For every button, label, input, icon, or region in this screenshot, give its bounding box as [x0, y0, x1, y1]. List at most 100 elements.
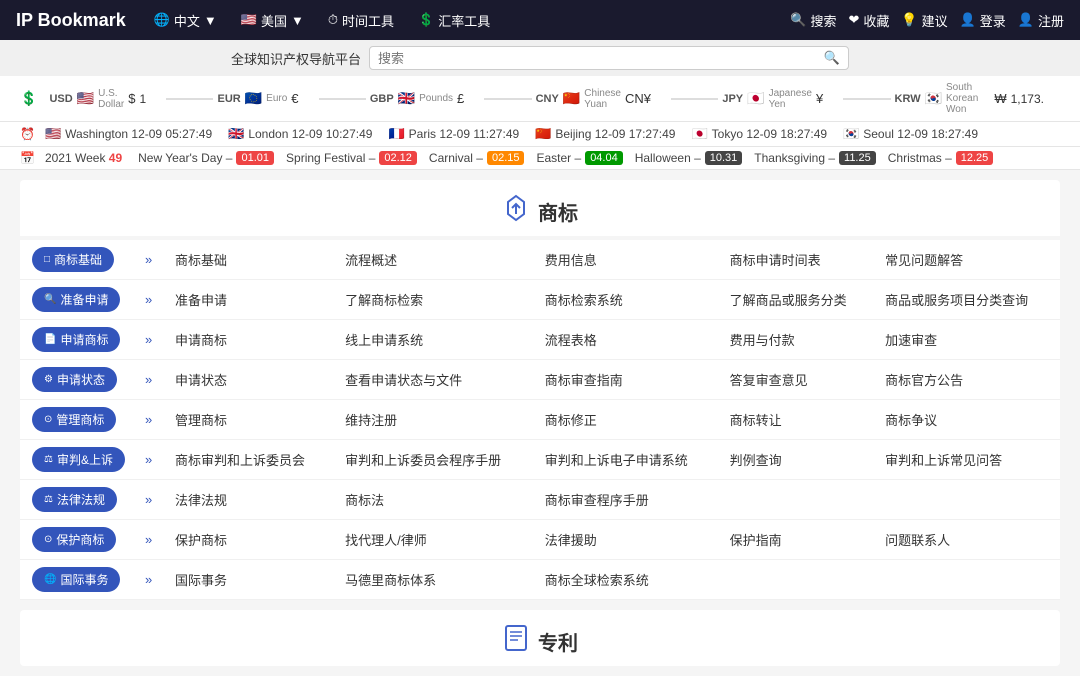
link-cell-0-3[interactable]: 商标申请时间表	[720, 240, 875, 280]
nav-exchange-tool[interactable]: 💲 汇率工具	[410, 11, 498, 30]
link-cell-6-1[interactable]: 商标法	[335, 480, 535, 520]
heart-icon: ❤	[848, 12, 859, 28]
category-label-0: 商标基础	[54, 251, 102, 268]
arrow-0: »	[135, 240, 165, 280]
link-cell-5-4[interactable]: 审判和上诉常见问答	[875, 440, 1060, 480]
table-row: ⊙保护商标»保护商标找代理人/律师法律援助保护指南问题联系人	[20, 520, 1060, 560]
calendar-row: 📅 2021 Week 49 New Year's Day – 01.01 Sp…	[0, 147, 1080, 170]
link-cell-4-4[interactable]: 商标争议	[875, 400, 1060, 440]
link-cell-0-4[interactable]: 常见问题解答	[875, 240, 1060, 280]
table-row: ⚖审判&上诉»商标审判和上诉委员会审判和上诉委员会程序手册审判和上诉电子申请系统…	[20, 440, 1060, 480]
nav-suggest[interactable]: 💡 建议	[901, 11, 947, 30]
link-cell-4-3[interactable]: 商标转让	[720, 400, 875, 440]
table-row: ⊙管理商标»管理商标维持注册商标修正商标转让商标争议	[20, 400, 1060, 440]
search-input[interactable]	[378, 51, 820, 66]
link-cell-4-2[interactable]: 商标修正	[535, 400, 720, 440]
link-cell-7-4[interactable]: 问题联系人	[875, 520, 1060, 560]
link-cell-6-3	[720, 480, 875, 520]
search-submit-icon[interactable]: 🔍	[824, 50, 840, 66]
link-cell-2-0[interactable]: 申请商标	[165, 320, 335, 360]
link-cell-1-3[interactable]: 了解商品或服务分类	[720, 280, 875, 320]
nav-language-cn[interactable]: 🌐 中文 ▼	[146, 11, 225, 30]
link-cell-0-2[interactable]: 费用信息	[535, 240, 720, 280]
category-btn-4[interactable]: ⊙ 管理商标	[32, 407, 116, 432]
table-row: ⚙申请状态»申请状态查看申请状态与文件商标审查指南答复审查意见商标官方公告	[20, 360, 1060, 400]
link-cell-3-3[interactable]: 答复审查意见	[720, 360, 875, 400]
link-cell-1-2[interactable]: 商标检索系统	[535, 280, 720, 320]
link-cell-6-2[interactable]: 商标审查程序手册	[535, 480, 720, 520]
category-btn-7[interactable]: ⊙保护商标	[32, 527, 116, 552]
category-btn-2[interactable]: 📄申请商标	[32, 327, 120, 352]
patent-icon	[502, 624, 530, 658]
category-btn-8[interactable]: 🌐国际事务	[32, 567, 120, 592]
link-cell-7-0[interactable]: 保护商标	[165, 520, 335, 560]
category-btn-5[interactable]: ⚖审判&上诉	[32, 447, 125, 472]
cat-icon-6: ⚖	[44, 494, 53, 505]
nav-register[interactable]: 👤 注册	[1018, 11, 1064, 30]
nav-login[interactable]: 👤 登录	[960, 11, 1006, 30]
link-cell-3-4[interactable]: 商标官方公告	[875, 360, 1060, 400]
category-label-4: 管理商标	[56, 411, 104, 428]
week-number: 2021 Week 49	[45, 151, 122, 165]
currency-bar-4	[671, 98, 718, 100]
link-cell-3-1[interactable]: 查看申请状态与文件	[335, 360, 535, 400]
link-cell-4-1[interactable]: 维持注册	[335, 400, 535, 440]
flag-us-icon: 🇺🇸	[241, 12, 257, 28]
nav-collect[interactable]: ❤ 收藏	[848, 11, 889, 30]
main-content: 商标 □商标基础»商标基础流程概述费用信息商标申请时间表常见问题解答🔍准备申请»…	[0, 170, 1080, 676]
link-cell-1-1[interactable]: 了解商标检索	[335, 280, 535, 320]
link-cell-1-4[interactable]: 商品或服务项目分类查询	[875, 280, 1060, 320]
nav-search[interactable]: 🔍 搜索	[790, 11, 836, 30]
search-input-wrap: 🔍	[369, 46, 849, 70]
category-btn-6[interactable]: ⚖法律法规	[32, 487, 117, 512]
table-row: □商标基础»商标基础流程概述费用信息商标申请时间表常见问题解答	[20, 240, 1060, 280]
user-icon: 👤	[960, 12, 976, 28]
link-cell-3-0[interactable]: 申请状态	[165, 360, 335, 400]
nav-language-us[interactable]: 🇺🇸 美国 ▼	[233, 11, 312, 30]
link-cell-5-3[interactable]: 判例查询	[720, 440, 875, 480]
holiday-new-year: New Year's Day – 01.01	[138, 151, 274, 165]
link-cell-7-3[interactable]: 保护指南	[720, 520, 875, 560]
link-cell-1-0[interactable]: 准备申请	[165, 280, 335, 320]
patent-title: 专利	[538, 627, 578, 656]
table-row: 🔍准备申请»准备申请了解商标检索商标检索系统了解商品或服务分类商品或服务项目分类…	[20, 280, 1060, 320]
link-cell-2-1[interactable]: 线上申请系统	[335, 320, 535, 360]
link-cell-5-2[interactable]: 审判和上诉电子申请系统	[535, 440, 720, 480]
trademark-section-header: 商标	[20, 180, 1060, 236]
category-btn-3[interactable]: ⚙申请状态	[32, 367, 117, 392]
table-row: 📄申请商标»申请商标线上申请系统流程表格费用与付款加速审查	[20, 320, 1060, 360]
category-btn-0[interactable]: □商标基础	[32, 247, 114, 272]
category-label-7: 保护商标	[56, 531, 104, 548]
link-cell-7-2[interactable]: 法律援助	[535, 520, 720, 560]
category-btn-1[interactable]: 🔍准备申请	[32, 287, 120, 312]
cat-icon-4: ⊙	[44, 414, 52, 425]
time-washington: 🇺🇸 Washington 12-09 05:27:49	[45, 126, 212, 142]
link-cell-2-4[interactable]: 加速审查	[875, 320, 1060, 360]
link-cell-2-3[interactable]: 费用与付款	[720, 320, 875, 360]
link-cell-5-0[interactable]: 商标审判和上诉委员会	[165, 440, 335, 480]
time-london: 🇬🇧 London 12-09 10:27:49	[228, 126, 372, 142]
category-label-1: 准备申请	[60, 291, 108, 308]
category-label-5: 审判&上诉	[57, 451, 113, 468]
link-cell-0-0[interactable]: 商标基础	[165, 240, 335, 280]
search-bar-area: 全球知识产权导航平台 🔍	[0, 40, 1080, 76]
globe-icon: 🌐	[154, 12, 170, 28]
currency-bar-3	[484, 98, 531, 100]
link-cell-6-0[interactable]: 法律法规	[165, 480, 335, 520]
link-cell-0-1[interactable]: 流程概述	[335, 240, 535, 280]
currency-eur: EUR 🇪🇺 Euro €	[217, 90, 298, 107]
link-cell-7-1[interactable]: 找代理人/律师	[335, 520, 535, 560]
platform-title: 全球知识产权导航平台	[231, 49, 361, 68]
nav-time-tool[interactable]: ⏱ 时间工具	[320, 11, 402, 30]
holiday-carnival: Carnival – 02.15	[429, 151, 525, 165]
link-cell-3-2[interactable]: 商标审查指南	[535, 360, 720, 400]
arrow-7: »	[135, 520, 165, 560]
nav-right-area: 🔍 搜索 ❤ 收藏 💡 建议 👤 登录 👤 注册	[790, 11, 1064, 30]
suggest-icon: 💡	[901, 12, 917, 28]
holiday-halloween: Halloween – 10.31	[635, 151, 743, 165]
link-cell-4-0[interactable]: 管理商标	[165, 400, 335, 440]
arrow-1: »	[135, 280, 165, 320]
link-cell-2-2[interactable]: 流程表格	[535, 320, 720, 360]
link-cell-5-1[interactable]: 审判和上诉委员会程序手册	[335, 440, 535, 480]
dollar-icon: 💲	[418, 12, 434, 28]
